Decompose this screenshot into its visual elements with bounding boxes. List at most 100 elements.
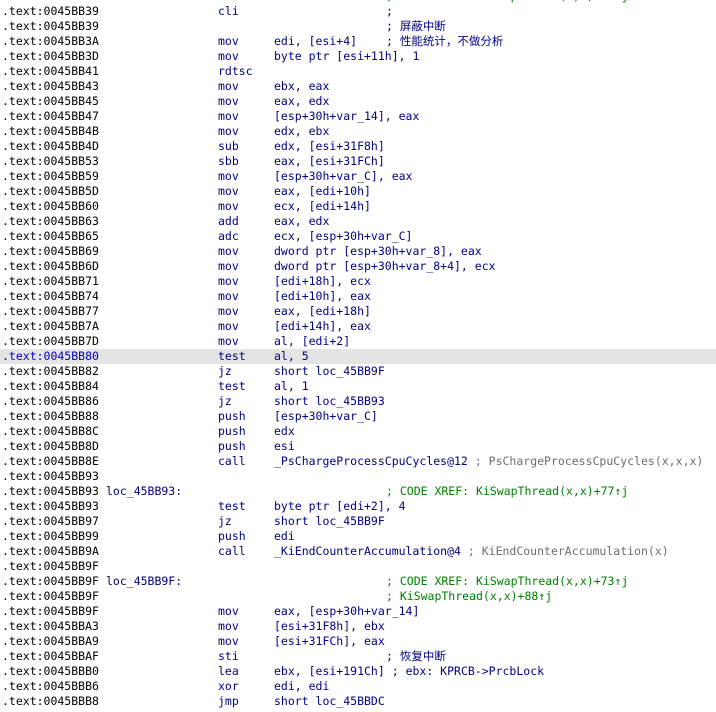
listing-line[interactable]: .text:0045BB5D mov eax, [edi+10h] <box>0 184 716 199</box>
listing-line[interactable]: .text:0045BB69 mov dword ptr [esp+30h+var_… <box>0 244 716 259</box>
listing-line[interactable]: .text:0045BB93 test byte ptr [edi+2], 4 <box>0 499 716 514</box>
instruction-operands[interactable]: short loc_45BBDC <box>274 694 385 709</box>
line-address[interactable]: .text:0045BBB8 <box>2 694 99 709</box>
line-address[interactable]: .text:0045BB93 <box>2 499 99 514</box>
instruction-operands[interactable]: short loc_45BB9F <box>274 364 385 379</box>
listing-line[interactable]: .text:0045BBB8 jmp short loc_45BBDC <box>0 694 716 709</box>
instruction-operands[interactable]: [edi+18h], ecx <box>274 274 371 289</box>
listing-line[interactable]: .text:0045BB63 add eax, edx <box>0 214 716 229</box>
instruction-operands[interactable]: al, 1 <box>274 379 309 394</box>
instruction-operands[interactable]: _KiEndCounterAccumulation@4 ; KiEndCount… <box>274 544 669 559</box>
instruction-operands[interactable]: eax, edx <box>274 94 329 109</box>
line-address[interactable]: .text:0045BB59 <box>2 169 99 184</box>
line-address[interactable]: .text:0045BB71 <box>2 274 99 289</box>
listing-line[interactable]: .text:0045BB88 push [esp+30h+var_C] <box>0 409 716 424</box>
listing-line[interactable]: .text:0045BBA3 mov [esi+31F8h], ebx <box>0 619 716 634</box>
line-address[interactable]: .text:0045BB88 <box>2 409 99 424</box>
line-address[interactable]: .text:0045BB63 <box>2 214 99 229</box>
listing-line-selected[interactable]: .text:0045BB80 test al, 5 <box>0 349 716 364</box>
line-address[interactable]: .text:0045BB80 <box>2 349 99 364</box>
listing-line[interactable]: .text:0045BB4D sub edx, [esi+31F8h] <box>0 139 716 154</box>
instruction-operands[interactable]: eax, [edi+10h] <box>274 184 371 199</box>
instruction-operands[interactable]: ebx, eax <box>274 79 329 94</box>
listing-line[interactable]: .text:0045BBAF sti ; 恢复中断 <box>0 649 716 664</box>
instruction-operands[interactable]: eax, [edi+18h] <box>274 304 371 319</box>
line-address[interactable]: .text:0045BB86 <box>2 394 99 409</box>
instruction-operands[interactable]: [esp+30h+var_C] <box>274 409 378 424</box>
line-address[interactable]: .text:0045BB5D <box>2 184 99 199</box>
line-address[interactable]: .text:0045BB6D <box>2 259 99 274</box>
line-address[interactable]: .text:0045BB9F <box>2 574 99 589</box>
line-address[interactable]: .text:0045BB41 <box>2 64 99 79</box>
line-address[interactable]: .text:0045BBAF <box>2 649 99 664</box>
instruction-operands[interactable]: edi <box>274 529 295 544</box>
line-address[interactable]: .text:0045BB8E <box>2 454 99 469</box>
line-address[interactable]: .text:0045BB7D <box>2 334 99 349</box>
listing-line[interactable]: .text:0045BB99 push edi <box>0 529 716 544</box>
listing-line[interactable]: .text:0045BB41 rdtsc <box>0 64 716 79</box>
code-xref-comment[interactable]: ; KiSwapThread(x,x)+88↑j <box>386 589 552 604</box>
listing-line[interactable]: .text:0045BB8C push edx <box>0 424 716 439</box>
listing-line[interactable]: .text:0045BB9F <box>0 559 716 574</box>
listing-line[interactable]: .text:0045BBB6 xor edi, edi <box>0 679 716 694</box>
listing-line[interactable]: .text:0045BB45 mov eax, edx <box>0 94 716 109</box>
line-address[interactable]: .text:0045BB3D <box>2 49 99 64</box>
line-address[interactable]: .text:0045BB9F <box>2 604 99 619</box>
instruction-operands[interactable]: [esi+31FCh], eax <box>274 634 385 649</box>
code-label[interactable]: loc_45BB93: <box>106 484 182 499</box>
line-address[interactable]: .text:0045BB69 <box>2 244 99 259</box>
instruction-operands[interactable]: [esi+31F8h], ebx <box>274 619 385 634</box>
line-address[interactable]: .text:0045BB45 <box>2 94 99 109</box>
line-address[interactable]: .text:0045BBB6 <box>2 679 99 694</box>
instruction-operands[interactable]: byte ptr [edi+2], 4 <box>274 499 406 514</box>
disassembly-listing[interactable]: .text:0045BB37; CODE XREF: KiSwapThread(… <box>0 0 716 709</box>
line-address[interactable]: .text:0045BB9A <box>2 544 99 559</box>
listing-line[interactable]: .text:0045BB82 jz short loc_45BB9F <box>0 364 716 379</box>
line-address[interactable]: .text:0045BB84 <box>2 379 99 394</box>
instruction-operands[interactable]: al, 5 <box>274 349 309 364</box>
listing-line[interactable]: .text:0045BB93 loc_45BB93: ; CODE XREF: Ki… <box>0 484 716 499</box>
instruction-operands[interactable]: eax, [esp+30h+var_14] <box>274 604 419 619</box>
listing-line[interactable]: .text:0045BB39 cli; <box>0 4 716 19</box>
listing-line[interactable]: .text:0045BB7D mov al, [edi+2] <box>0 334 716 349</box>
line-address[interactable]: .text:0045BB53 <box>2 154 99 169</box>
instruction-operands[interactable]: eax, [esi+31FCh] <box>274 154 385 169</box>
listing-line[interactable]: .text:0045BB6D mov dword ptr [esp+30h+var_… <box>0 259 716 274</box>
instruction-operands[interactable]: ecx, [esp+30h+var_C] <box>274 229 412 244</box>
line-address[interactable]: .text:0045BB7A <box>2 319 99 334</box>
instruction-operands[interactable]: edx, [esi+31F8h] <box>274 139 385 154</box>
listing-line[interactable]: .text:0045BB47 mov [esp+30h+var_14], eax <box>0 109 716 124</box>
line-address[interactable]: .text:0045BB8C <box>2 424 99 439</box>
line-address[interactable]: .text:0045BB9F <box>2 559 99 574</box>
listing-line[interactable]: .text:0045BB74 mov [edi+10h], eax <box>0 289 716 304</box>
listing-line[interactable]: .text:0045BB9F loc_45BB9F: ; CODE XREF: Ki… <box>0 574 716 589</box>
line-address[interactable]: .text:0045BB43 <box>2 79 99 94</box>
instruction-operands[interactable]: esi <box>274 439 295 454</box>
instruction-operands[interactable]: short loc_45BB9F <box>274 514 385 529</box>
listing-line[interactable]: .text:0045BB86 jz short loc_45BB93 <box>0 394 716 409</box>
instruction-operands[interactable]: [esp+30h+var_C], eax <box>274 169 412 184</box>
listing-line[interactable]: .text:0045BB9A call _KiEndCounterAccumulat… <box>0 544 716 559</box>
listing-line[interactable]: .text:0045BB59 mov [esp+30h+var_C], eax <box>0 169 716 184</box>
instruction-operands[interactable]: al, [edi+2] <box>274 334 350 349</box>
line-address[interactable]: .text:0045BB99 <box>2 529 99 544</box>
listing-line[interactable]: .text:0045BB60 mov ecx, [edi+14h] <box>0 199 716 214</box>
instruction-operands[interactable]: edx, ebx <box>274 124 329 139</box>
instruction-operands[interactable]: _PsChargeProcessCpuCycles@12 ; PsChargeP… <box>274 454 703 469</box>
line-address[interactable]: .text:0045BB93 <box>2 484 99 499</box>
line-address[interactable]: .text:0045BB82 <box>2 364 99 379</box>
instruction-operands[interactable]: eax, edx <box>274 214 329 229</box>
listing-line[interactable]: .text:0045BB39 ; 屏蔽中断 <box>0 19 716 34</box>
listing-line[interactable]: .text:0045BB4B mov edx, ebx <box>0 124 716 139</box>
instruction-operands[interactable]: [esp+30h+var_14], eax <box>274 109 419 124</box>
line-address[interactable]: .text:0045BB65 <box>2 229 99 244</box>
line-address[interactable]: .text:0045BBA3 <box>2 619 99 634</box>
listing-line[interactable]: .text:0045BB93 <box>0 469 716 484</box>
listing-line[interactable]: .text:0045BB71 mov [edi+18h], ecx <box>0 274 716 289</box>
instruction-operands[interactable]: [edi+14h], eax <box>274 319 371 334</box>
instruction-operands[interactable]: ebx, [esi+191Ch] ; ebx: KPRCB->PrcbLock <box>274 664 544 679</box>
line-address[interactable]: .text:0045BB77 <box>2 304 99 319</box>
line-address[interactable]: .text:0045BB4B <box>2 124 99 139</box>
line-address[interactable]: .text:0045BBA9 <box>2 634 99 649</box>
listing-line[interactable]: .text:0045BB9F mov eax, [esp+30h+var_14] <box>0 604 716 619</box>
